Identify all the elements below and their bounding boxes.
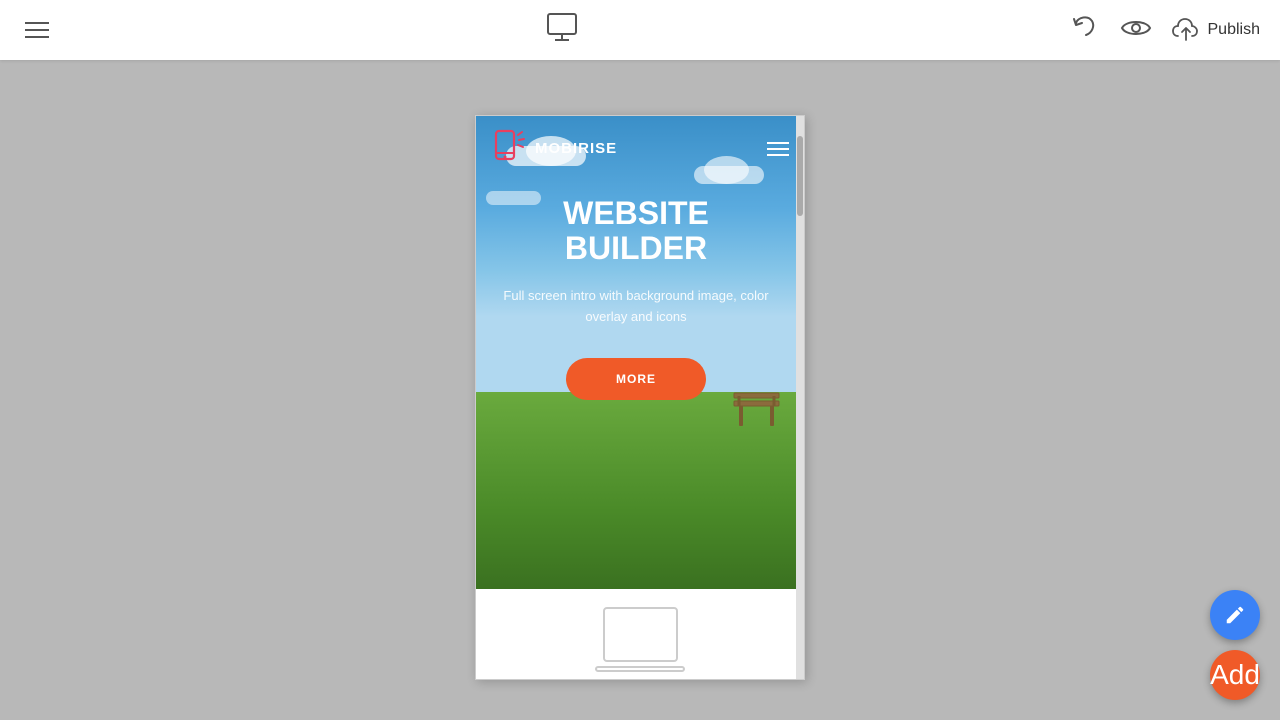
preview-logo: MOBIRISE <box>491 127 617 170</box>
hero-text-block: WEBSITE BUILDER Full screen intro with b… <box>476 196 796 400</box>
hero-subtitle: Full screen intro with background image,… <box>496 286 776 328</box>
fab-container: Add <box>1210 590 1260 700</box>
preview-navbar: MOBIRISE <box>476 116 804 181</box>
toolbar: Publish <box>0 0 1280 60</box>
canvas-area: MOBIRISE WEBSITE BUILDER Full screen int… <box>0 60 1280 720</box>
undo-icon[interactable] <box>1070 13 1100 48</box>
monitor-icon[interactable] <box>544 10 580 51</box>
preview-logo-text: MOBIRISE <box>535 140 617 157</box>
cloud-upload-icon <box>1172 16 1200 44</box>
toolbar-right: Publish <box>1070 12 1260 49</box>
hero-cta-button[interactable]: MORE <box>566 358 706 400</box>
toolbar-center <box>544 10 580 51</box>
hero-title: WEBSITE BUILDER <box>496 196 776 266</box>
device-scrollbar[interactable] <box>796 116 804 679</box>
publish-label: Publish <box>1208 21 1260 39</box>
pencil-icon <box>1224 604 1246 626</box>
mobirise-logo-icon <box>491 127 529 170</box>
preview-content: MOBIRISE WEBSITE BUILDER Full screen int… <box>476 116 804 679</box>
scrollbar-thumb <box>797 136 803 216</box>
device-frame: MOBIRISE WEBSITE BUILDER Full screen int… <box>475 115 805 680</box>
preview-hamburger-icon <box>767 142 789 156</box>
fab-edit-button[interactable] <box>1210 590 1260 640</box>
laptop-outline-container <box>603 607 678 662</box>
laptop-base <box>595 666 685 672</box>
hamburger-menu-button[interactable] <box>20 17 54 43</box>
hero-section: MOBIRISE WEBSITE BUILDER Full screen int… <box>476 116 804 591</box>
eye-icon[interactable] <box>1120 12 1152 49</box>
plus-icon: Add <box>1210 661 1260 689</box>
toolbar-left <box>20 17 54 43</box>
laptop-outline <box>603 607 678 662</box>
publish-button[interactable]: Publish <box>1172 16 1260 44</box>
fab-add-button[interactable]: Add <box>1210 650 1260 700</box>
preview-bottom-section <box>476 589 804 679</box>
